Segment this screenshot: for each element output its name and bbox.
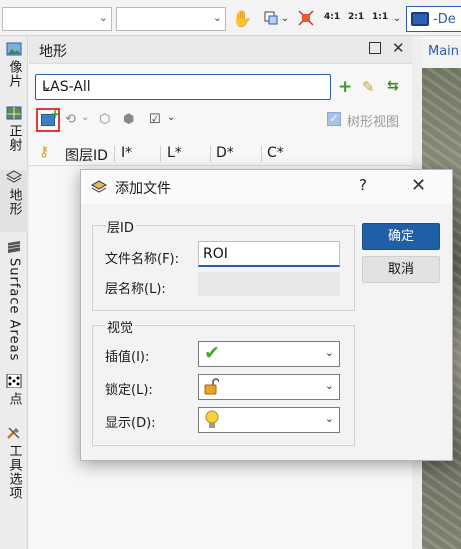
add-file-dialog: 添加文件 ? ✕ 层ID 文件名称(F): 层名称(L): 视觉 插值(I): … xyxy=(80,169,453,461)
points-icon xyxy=(6,374,22,388)
side-tab-strip: 像片 正射 地形 Surface Areas 点 工具选项 xyxy=(0,36,28,549)
column-header[interactable]: L* xyxy=(167,145,182,161)
toolbar-combo-2[interactable]: ⌄ xyxy=(116,7,226,31)
column-header[interactable]: 图层ID xyxy=(65,145,108,165)
panel-toolbar: ⟲ ⌄ ⬡ ⬢ ☑ ⌄ ✓ 树形视图 xyxy=(29,107,412,134)
lock-dropdown[interactable]: ⌄ xyxy=(198,374,340,400)
add-file-button[interactable] xyxy=(36,107,60,132)
pan-hand-icon[interactable]: ✋ xyxy=(231,8,253,28)
zoom-2-1-button[interactable]: 2:1 xyxy=(348,12,364,22)
unlock-icon xyxy=(204,378,219,395)
column-divider[interactable] xyxy=(210,146,211,162)
chevron-down-icon: ⌄ xyxy=(324,346,334,359)
top-toolbar: ⌄ ⌄ ✋ ⌄ 4:1 2:1 1:1 ⌄ -De xyxy=(0,0,461,36)
add-layer-set-icon[interactable]: + xyxy=(338,77,352,97)
checklist-icon[interactable]: ☑ xyxy=(149,112,161,127)
view-selector-label: -De xyxy=(433,11,456,27)
side-tab-label: 正射 xyxy=(6,124,22,152)
layers-icon xyxy=(91,180,107,193)
zoom-extents-icon[interactable] xyxy=(296,8,316,28)
side-tab-label: 点 xyxy=(6,392,22,406)
file-name-input[interactable] xyxy=(199,242,339,265)
add-file-icon xyxy=(41,107,60,126)
side-tab-label: Surface Areas xyxy=(6,258,22,362)
column-header[interactable]: C* xyxy=(267,145,284,161)
file-name-label: 文件名称(F): xyxy=(105,252,180,267)
edit-pencil-icon[interactable]: ✎ xyxy=(362,78,375,96)
column-divider[interactable] xyxy=(160,146,161,162)
group-title: 视觉 xyxy=(105,317,136,336)
interpolate-dropdown[interactable]: ✔ ⌄ xyxy=(198,341,340,367)
surface-areas-icon xyxy=(7,241,21,253)
tab-main[interactable]: Main xyxy=(422,36,461,68)
zoom-1-1-button[interactable]: 1:1 xyxy=(372,12,388,22)
checkmark-icon: ✔ xyxy=(204,342,220,364)
restore-icon[interactable] xyxy=(369,42,381,54)
column-divider[interactable] xyxy=(114,146,115,162)
layer-set-dropdown[interactable]: LAS-All ⌄ xyxy=(35,74,331,100)
layer-table-header: ⚷ 图层ID I* L* D* C* xyxy=(29,142,412,166)
cube-icon[interactable]: ⬡ xyxy=(99,112,110,127)
side-tab-label: 像片 xyxy=(6,60,22,88)
tab-main-label: Main xyxy=(428,44,460,59)
chevron-down-icon[interactable]: ⌄ xyxy=(167,112,175,123)
layer-id-group: 层ID 文件名称(F): 层名称(L): xyxy=(92,217,355,311)
chevron-down-icon: ⌄ xyxy=(324,412,334,425)
panel-title-bar: 地形 ✕ xyxy=(29,36,412,64)
monitor-icon xyxy=(411,12,429,26)
side-tab-label: 工具选项 xyxy=(6,444,22,500)
side-tab-tool-options[interactable]: 工具选项 xyxy=(0,426,28,516)
view-selector[interactable]: -De xyxy=(406,6,461,32)
lock-label: 锁定(L): xyxy=(105,383,153,398)
side-tab-label: 地形 xyxy=(6,188,22,216)
cancel-button[interactable]: 取消 xyxy=(362,256,440,283)
refresh-icon[interactable]: ⇆ xyxy=(387,78,399,94)
layers-icon xyxy=(6,170,22,183)
file-name-field[interactable] xyxy=(198,241,340,267)
cube-settings-icon[interactable]: ⬢ xyxy=(123,112,134,127)
side-tab-ortho[interactable]: 正射 xyxy=(0,106,28,166)
chevron-down-icon[interactable]: ⌄ xyxy=(81,112,89,123)
side-tab-photo[interactable]: 像片 xyxy=(0,42,28,102)
toolbar-combo-1[interactable]: ⌄ xyxy=(2,7,112,31)
dialog-close-icon[interactable]: ✕ xyxy=(411,175,426,196)
ortho-icon xyxy=(6,106,22,120)
column-header[interactable]: D* xyxy=(216,145,234,161)
lightbulb-icon xyxy=(205,410,219,428)
key-icon: ⚷ xyxy=(39,144,50,160)
sync-icon[interactable]: ⟲ xyxy=(65,112,76,127)
dialog-title: 添加文件 xyxy=(115,181,171,197)
ok-button[interactable]: 确定 xyxy=(362,223,440,250)
zoom-4-1-button[interactable]: 4:1 xyxy=(324,12,340,22)
display-label: 显示(D): xyxy=(105,416,156,431)
chevron-down-icon[interactable]: ⌄ xyxy=(280,8,290,28)
close-icon[interactable]: ✕ xyxy=(392,39,405,57)
side-tab-points[interactable]: 点 xyxy=(0,374,28,420)
photo-icon xyxy=(6,42,22,56)
group-title: 层ID xyxy=(105,217,136,236)
tree-view-label: 树形视图 xyxy=(347,115,400,130)
panel-title: 地形 xyxy=(39,44,67,60)
chevron-down-icon: ⌄ xyxy=(98,11,108,24)
tools-icon xyxy=(7,427,20,439)
chevron-down-icon: ⌄ xyxy=(42,79,53,93)
dialog-title-bar: 添加文件 ? ✕ xyxy=(81,170,452,204)
chevron-down-icon[interactable]: ⌄ xyxy=(392,8,402,28)
chevron-down-icon: ⌄ xyxy=(212,11,222,24)
view-group: 视觉 插值(I): ✔ ⌄ 锁定(L): ⌄ 显示(D): ⌄ xyxy=(92,317,355,446)
layer-name-field xyxy=(198,272,340,296)
interpolate-label: 插值(I): xyxy=(105,350,150,365)
chevron-down-icon: ⌄ xyxy=(324,379,334,392)
tree-view-checkbox[interactable]: ✓ xyxy=(327,112,341,126)
column-header[interactable]: I* xyxy=(121,145,132,161)
help-button[interactable]: ? xyxy=(359,176,367,194)
side-tab-terrain[interactable]: 地形 xyxy=(0,170,28,232)
layer-name-label: 层名称(L): xyxy=(105,282,166,297)
column-divider[interactable] xyxy=(261,146,262,162)
display-dropdown[interactable]: ⌄ xyxy=(198,407,340,433)
side-tab-surface-areas[interactable]: Surface Areas xyxy=(0,240,28,370)
